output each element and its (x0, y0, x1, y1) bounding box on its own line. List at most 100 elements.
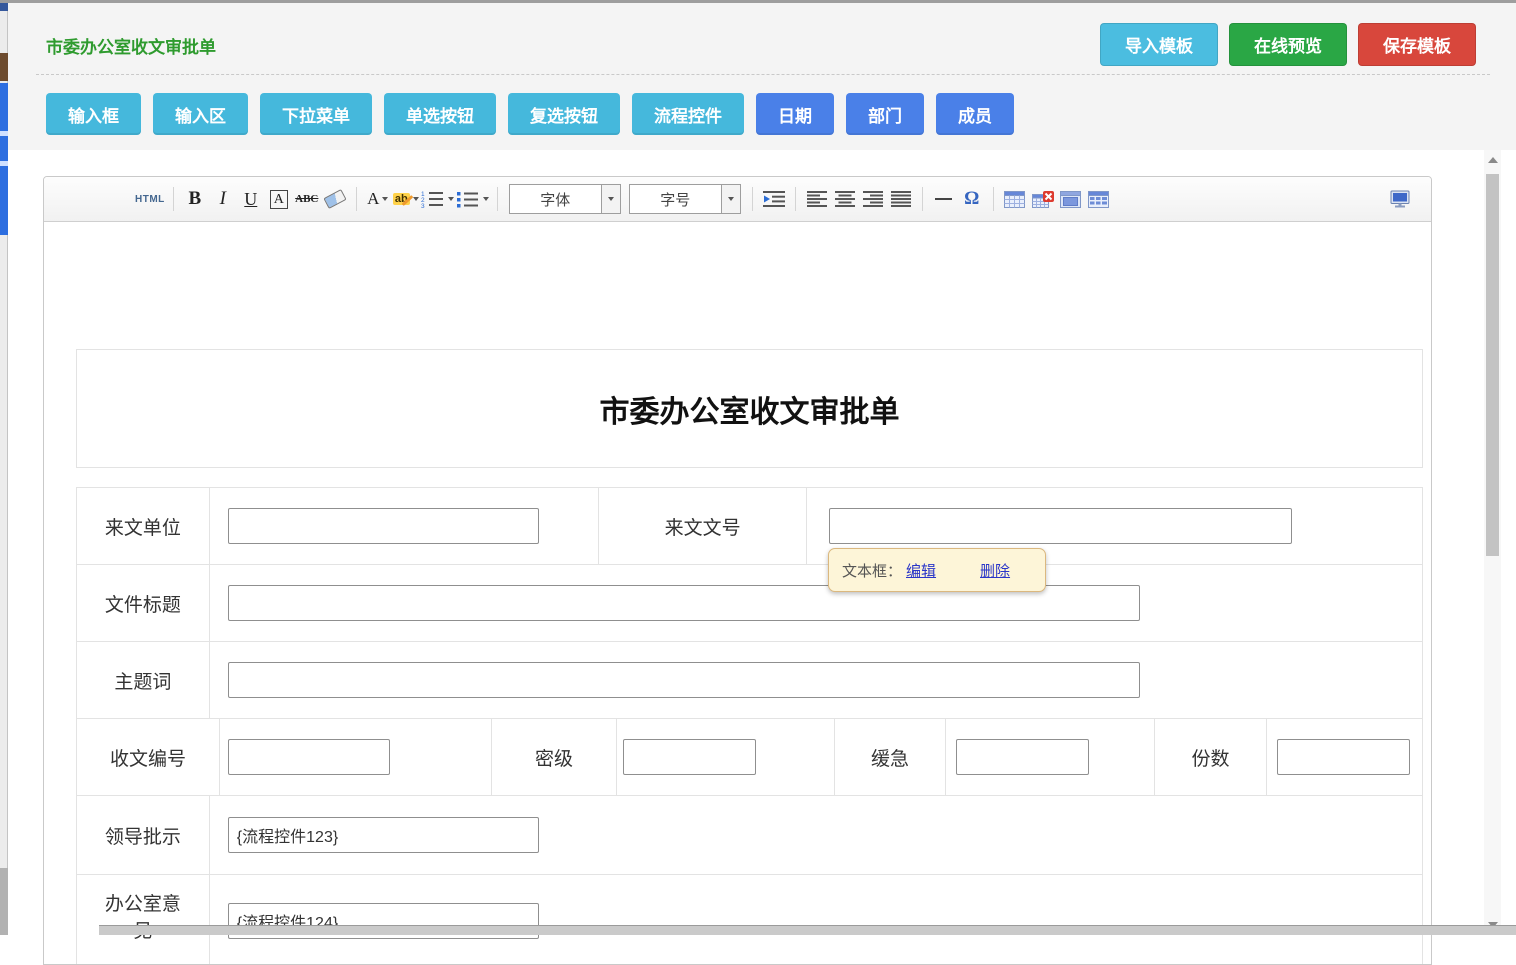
ordered-list-button[interactable]: 1 2 3 (421, 185, 454, 213)
delete-table-button[interactable] (1030, 185, 1056, 213)
toolbar-separator (356, 187, 357, 211)
background-window-strip (0, 3, 8, 935)
table-properties-button[interactable] (1058, 185, 1084, 213)
widget-button-row: 输入框 输入区 下拉菜单 单选按钮 复选按钮 流程控件 日期 部门 成员 (46, 93, 1014, 135)
department-widget-button[interactable]: 部门 (846, 93, 924, 135)
chevron-down-icon (608, 197, 614, 201)
cell-doc-title (209, 565, 1422, 641)
table-row: 文件标题 (77, 564, 1422, 641)
member-widget-button[interactable]: 成员 (936, 93, 1014, 135)
insert-table-icon (1004, 191, 1025, 208)
font-size-select[interactable]: 字号 (629, 184, 741, 214)
header-actions: 导入模板 在线预览 保存模板 (1100, 23, 1476, 66)
form-title: 市委办公室收文审批单 (600, 387, 900, 431)
fullscreen-button[interactable] (1387, 185, 1413, 213)
horizontal-rule-button[interactable] (931, 185, 957, 213)
align-left-button[interactable] (804, 185, 830, 213)
bold-button[interactable]: B (182, 185, 208, 213)
cell-subject (209, 642, 1422, 718)
checkbox-widget-button[interactable]: 复选按钮 (508, 93, 620, 135)
input-box-button[interactable]: 输入框 (46, 93, 141, 135)
input-source-no[interactable] (829, 508, 1292, 544)
align-center-icon (835, 191, 855, 207)
font-size-caret[interactable] (721, 185, 740, 213)
radio-button-widget-button[interactable]: 单选按钮 (384, 93, 496, 135)
input-urgency[interactable] (956, 739, 1089, 775)
scroll-up-button[interactable] (1484, 152, 1501, 168)
cell-office-opinion (209, 875, 1422, 965)
label-leader-comment: 领导批示 (77, 796, 209, 874)
input-copies[interactable] (1277, 739, 1410, 775)
highlight-button[interactable]: ab (393, 185, 419, 213)
label-receipt-no: 收文编号 (77, 719, 219, 795)
indent-button[interactable] (761, 185, 787, 213)
align-left-icon (807, 191, 827, 207)
dropdown-menu-button[interactable]: 下拉菜单 (260, 93, 372, 135)
vertical-scrollbar[interactable] (1484, 150, 1501, 935)
cell-properties-icon (1088, 191, 1109, 208)
unordered-list-button[interactable] (456, 185, 489, 213)
label-subject: 主题词 (77, 642, 209, 718)
input-secrecy[interactable] (623, 739, 756, 775)
flow-control-button[interactable]: 流程控件 (632, 93, 744, 135)
table-properties-icon (1060, 191, 1081, 208)
font-family-caret[interactable] (601, 185, 620, 213)
editor-content[interactable]: 市委办公室收文审批单 来文单位 来文文号 文件标题 (44, 222, 1431, 965)
eraser-icon (323, 189, 346, 209)
strip-segment (0, 3, 8, 11)
input-source-unit[interactable] (228, 508, 539, 544)
cell-secrecy (616, 719, 834, 795)
strip-segment (0, 868, 8, 935)
richtext-editor: HTML B I U A ABC A ab 1 2 3 (43, 176, 1432, 965)
cell-source-unit (209, 488, 598, 564)
font-family-select[interactable]: 字体 (509, 184, 621, 214)
label-doc-title: 文件标题 (77, 565, 209, 641)
scroll-thumb[interactable] (1486, 174, 1499, 556)
label-office-opinion: 办公室意见 (77, 875, 209, 965)
underline-button[interactable]: U (238, 185, 264, 213)
table-row: 办公室意见 (77, 874, 1422, 965)
horizontal-rule-icon (935, 198, 952, 200)
input-area-button[interactable]: 输入区 (153, 93, 248, 135)
cell-leader-comment (209, 796, 1422, 874)
toolbar-separator (993, 187, 994, 211)
insert-table-button[interactable] (1002, 185, 1028, 213)
delete-table-icon (1032, 191, 1054, 208)
table-row: 收文编号 密级 缓急 份数 (77, 718, 1422, 795)
chevron-down-icon (382, 197, 388, 201)
label-copies: 份数 (1154, 719, 1266, 795)
online-preview-button[interactable]: 在线预览 (1229, 23, 1347, 66)
font-color-button[interactable]: A (365, 185, 391, 213)
cell-urgency (945, 719, 1154, 795)
tooltip-label: 文本框： (842, 560, 902, 581)
html-source-button[interactable]: HTML (135, 185, 165, 213)
table-row: 领导批示 (77, 795, 1422, 874)
align-right-button[interactable] (860, 185, 886, 213)
taskbar-edge (99, 925, 1516, 935)
toolbar-separator (795, 187, 796, 211)
import-template-button[interactable]: 导入模板 (1100, 23, 1218, 66)
indent-icon (763, 191, 785, 207)
edit-link[interactable]: 编辑 (906, 560, 936, 581)
align-center-button[interactable] (832, 185, 858, 213)
strikethrough-button[interactable]: ABC (294, 185, 320, 213)
italic-button[interactable]: I (210, 185, 236, 213)
table-row: 主题词 (77, 641, 1422, 718)
date-widget-button[interactable]: 日期 (756, 93, 834, 135)
eraser-button[interactable] (322, 185, 348, 213)
boxed-letter-icon: A (270, 190, 288, 209)
delete-link[interactable]: 删除 (980, 560, 1010, 581)
form-table: 来文单位 来文文号 文件标题 主题词 (76, 487, 1423, 965)
special-character-button[interactable]: Ω (959, 185, 985, 213)
justify-button[interactable] (888, 185, 914, 213)
label-source-no: 来文文号 (598, 488, 806, 564)
cell-properties-button[interactable] (1086, 185, 1112, 213)
input-subject[interactable] (228, 662, 1140, 698)
justify-icon (891, 191, 911, 207)
ordered-list-icon: 1 2 3 (421, 190, 445, 208)
save-template-button[interactable]: 保存模板 (1358, 23, 1476, 66)
input-leader-comment[interactable] (228, 817, 539, 853)
input-receipt-no[interactable] (228, 739, 390, 775)
boxed-letter-button[interactable]: A (266, 185, 292, 213)
form-title-box: 市委办公室收文审批单 (76, 349, 1423, 468)
